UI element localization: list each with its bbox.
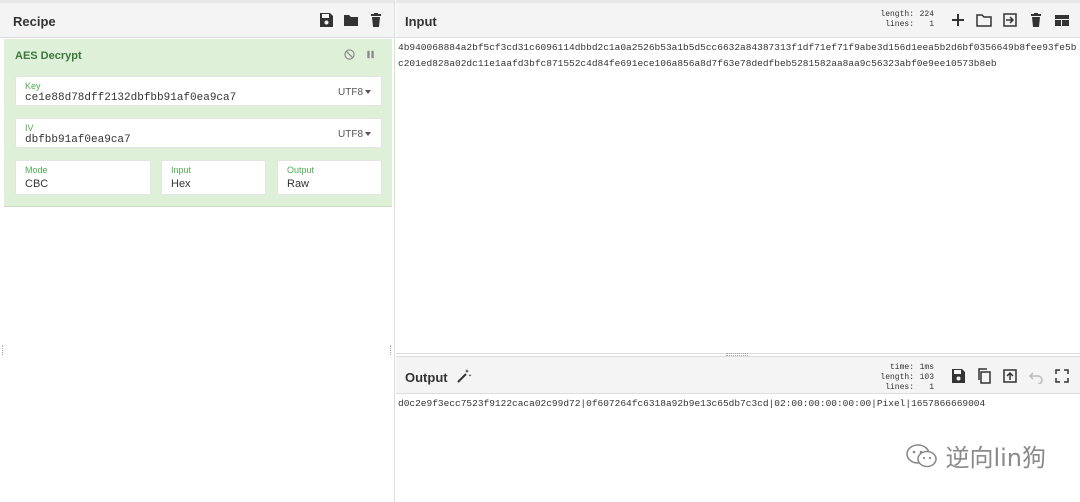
trash-icon[interactable] bbox=[368, 12, 384, 28]
replace-input-icon[interactable] bbox=[1002, 368, 1018, 384]
key-value[interactable]: ce1e88d78dff2132dbfbb91af0ea9ca7 bbox=[25, 92, 236, 104]
copy-icon[interactable] bbox=[976, 368, 992, 384]
maximize-icon[interactable] bbox=[1054, 368, 1070, 384]
recipe-title: Recipe bbox=[13, 14, 56, 29]
length-label: length: bbox=[880, 10, 914, 19]
operation-controls bbox=[344, 49, 376, 60]
iv-encoding-value: UTF8 bbox=[338, 129, 363, 140]
lines-label: lines: bbox=[885, 383, 914, 392]
input-format-label: Input bbox=[171, 165, 192, 175]
output-header: Output time: 1ms length: 103 lines: 1 bbox=[396, 356, 1080, 394]
folder-icon[interactable] bbox=[976, 12, 992, 28]
watermark-text: 逆向lin狗 bbox=[945, 444, 1046, 472]
key-encoding-value: UTF8 bbox=[338, 87, 363, 98]
aes-decrypt-operation: AES Decrypt Key ce1e88d78dff2132dbfbb91a… bbox=[4, 39, 392, 207]
input-format-value[interactable]: Hex bbox=[171, 178, 191, 190]
input-lines: 1 bbox=[929, 20, 934, 29]
undo-icon[interactable] bbox=[1028, 368, 1044, 384]
magic-wand-icon[interactable] bbox=[456, 368, 472, 384]
input-format-field[interactable]: Input Hex bbox=[161, 160, 266, 195]
output-stats: time: 1ms length: 103 lines: 1 bbox=[880, 363, 934, 393]
mode-label: Mode bbox=[25, 165, 48, 175]
disable-icon[interactable] bbox=[344, 49, 355, 60]
output-format-value[interactable]: Raw bbox=[287, 178, 309, 190]
iv-encoding-select[interactable]: UTF8 bbox=[338, 129, 371, 140]
output-lines: 1 bbox=[929, 383, 934, 392]
output-format-field[interactable]: Output Raw bbox=[277, 160, 382, 195]
resize-handle[interactable] bbox=[390, 345, 392, 355]
output-time: 1ms bbox=[919, 363, 934, 372]
input-title: Input bbox=[405, 14, 437, 29]
resize-handle[interactable] bbox=[2, 345, 4, 355]
operation-title: AES Decrypt bbox=[15, 50, 82, 62]
recipe-toolbar bbox=[318, 12, 384, 28]
input-header: Input length: 224 lines: 1 bbox=[396, 0, 1080, 38]
length-label: length: bbox=[880, 373, 914, 382]
output-title: Output bbox=[405, 370, 448, 385]
io-pane: Input length: 224 lines: 1 4b940068884a2bf… bbox=[396, 0, 1080, 502]
input-stats: length: 224 lines: 1 bbox=[880, 10, 934, 30]
output-text[interactable]: d0c2e9f3ecc7523f9122caca02c99d72|0f60726… bbox=[398, 396, 1078, 412]
input-length: 224 bbox=[919, 10, 934, 19]
save-icon[interactable] bbox=[318, 12, 334, 28]
chevron-down-icon bbox=[365, 90, 371, 95]
input-textarea[interactable]: 4b940068884a2bf5cf3cd31c6096114dbbd2c1a0… bbox=[396, 38, 1080, 354]
trash-icon[interactable] bbox=[1028, 12, 1044, 28]
chevron-down-icon bbox=[365, 132, 371, 137]
iv-field[interactable]: IV dbfbb91af0ea9ca7 UTF8 bbox=[15, 118, 382, 148]
output-toolbar bbox=[950, 368, 1070, 384]
wechat-icon bbox=[906, 443, 938, 467]
input-text[interactable]: 4b940068884a2bf5cf3cd31c6096114dbbd2c1a0… bbox=[398, 40, 1078, 72]
watermark: 逆向lin狗 bbox=[905, 438, 1046, 473]
key-encoding-select[interactable]: UTF8 bbox=[338, 87, 371, 98]
output-length: 103 bbox=[919, 373, 934, 382]
iv-value[interactable]: dbfbb91af0ea9ca7 bbox=[25, 134, 131, 146]
save-icon[interactable] bbox=[950, 368, 966, 384]
import-icon[interactable] bbox=[1002, 12, 1018, 28]
output-format-label: Output bbox=[287, 165, 315, 175]
key-field[interactable]: Key ce1e88d78dff2132dbfbb91af0ea9ca7 UTF… bbox=[15, 76, 382, 106]
key-label: Key bbox=[25, 81, 41, 91]
iv-label: IV bbox=[25, 123, 34, 133]
folder-icon[interactable] bbox=[343, 12, 359, 28]
pause-icon[interactable] bbox=[365, 49, 376, 60]
time-label: time: bbox=[889, 363, 914, 372]
plus-icon[interactable] bbox=[950, 12, 966, 28]
lines-label: lines: bbox=[885, 20, 914, 29]
input-toolbar bbox=[950, 12, 1070, 28]
recipe-header: Recipe bbox=[0, 0, 394, 38]
mode-value[interactable]: CBC bbox=[25, 178, 48, 190]
layout-icon[interactable] bbox=[1054, 12, 1070, 28]
recipe-pane: Recipe AES Decrypt Key ce1e88d78dff2132d… bbox=[0, 0, 395, 502]
mode-field[interactable]: Mode CBC bbox=[15, 160, 151, 195]
